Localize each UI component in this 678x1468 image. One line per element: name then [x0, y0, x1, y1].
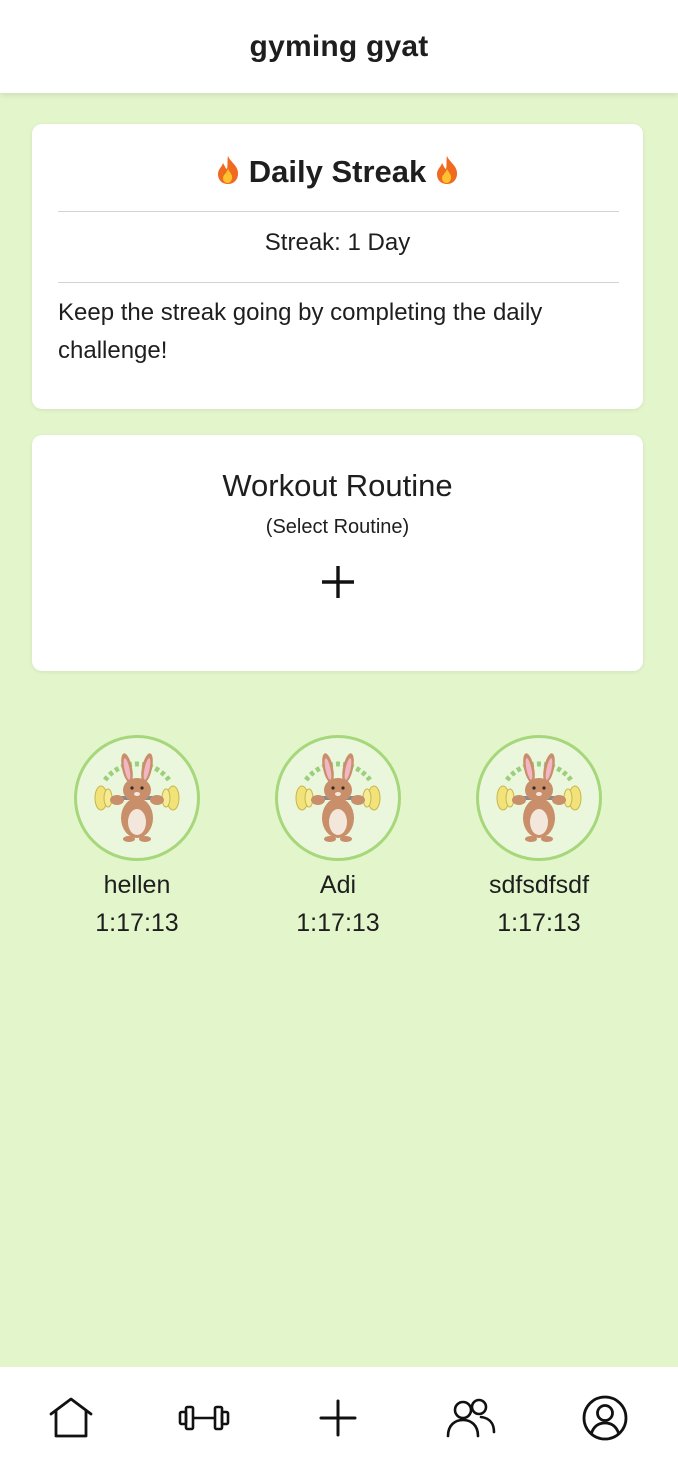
routine-subtitle: (Select Routine): [265, 516, 410, 538]
streak-title-text: Daily Streak: [248, 154, 427, 189]
flame-icon: [434, 155, 460, 185]
nav-friends[interactable]: [444, 1391, 498, 1445]
routine-title: Workout Routine: [222, 468, 453, 503]
friend-time: 1:17:13: [95, 909, 179, 937]
flame-icon: [215, 155, 241, 185]
streak-title: Daily Streak: [32, 154, 643, 190]
plus-icon: [319, 1399, 357, 1437]
friend-time: 1:17:13: [497, 909, 581, 937]
daily-streak-card: Daily Streak Streak: 1 Day Keep the stre…: [32, 124, 643, 409]
friend-name: sdfsdfsdf: [488, 871, 590, 899]
nav-home[interactable]: [44, 1391, 98, 1445]
friend-item[interactable]: sdfsdfsdf 1:17:13: [475, 735, 603, 943]
top-app-bar: gyming gyat: [0, 0, 678, 93]
workout-routine-card[interactable]: Workout Routine (Select Routine): [32, 435, 643, 671]
friends-icon: [446, 1398, 496, 1438]
friend-name: Adi: [319, 871, 357, 899]
nav-profile[interactable]: [578, 1391, 632, 1445]
app-title: gyming gyat: [249, 29, 429, 63]
avatar: [476, 735, 602, 861]
dumbbell-icon: [178, 1405, 230, 1431]
streak-count: Streak: 1 Day: [264, 229, 411, 256]
avatar: [74, 735, 200, 861]
profile-icon: [582, 1395, 628, 1441]
bottom-nav: [0, 1367, 678, 1468]
nav-add[interactable]: [311, 1391, 365, 1445]
friend-time: 1:17:13: [296, 909, 380, 937]
nav-workouts[interactable]: [177, 1391, 231, 1445]
friend-name: hellen: [103, 871, 171, 899]
streak-description: Keep the streak going by completing the …: [58, 299, 543, 364]
plus-icon[interactable]: [320, 564, 356, 600]
friend-item[interactable]: hellen 1:17:13: [73, 735, 201, 943]
friend-item[interactable]: Adi 1:17:13: [274, 735, 402, 943]
divider: [58, 282, 619, 283]
avatar: [275, 735, 401, 861]
divider: [58, 211, 619, 212]
home-icon: [49, 1397, 93, 1438]
